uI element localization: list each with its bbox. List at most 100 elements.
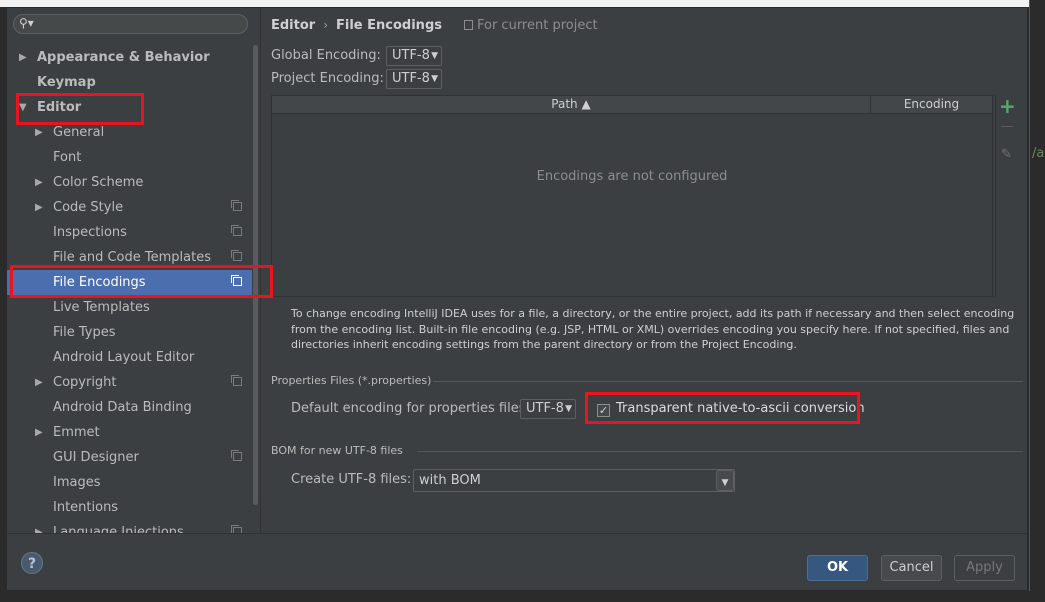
sidebar-item-file-types[interactable]: File Types [7, 320, 252, 345]
apply-button[interactable]: Apply [954, 555, 1015, 581]
project-scope-icon [231, 450, 242, 461]
highlight-editor [16, 93, 144, 125]
sidebar-item-label: Intentions [53, 500, 119, 515]
global-encoding-value: UTF-8 [392, 48, 430, 63]
project-scope-icon [231, 375, 242, 386]
sidebar-item-keymap[interactable]: Keymap [7, 70, 252, 95]
search-icon: ⚲▾ [19, 16, 34, 30]
sidebar-item-live-templates[interactable]: Live Templates [7, 295, 252, 320]
collapsed-arrow-icon[interactable]: ▶ [35, 370, 43, 395]
sidebar-item-label: GUI Designer [53, 450, 139, 465]
settings-dialog: ⚲▾ ▶ Appearance & Behavior Keymap ▼ Editor ▶ G… [6, 7, 1028, 591]
sidebar-item-label: Images [53, 475, 101, 490]
copy-icon [231, 200, 242, 211]
column-header-encoding[interactable]: Encoding [871, 96, 992, 113]
help-button[interactable]: ? [21, 552, 43, 574]
highlight-file-encodings [10, 265, 273, 298]
bom-select[interactable]: with BOM ▼ [413, 469, 735, 492]
copy-icon [231, 375, 242, 386]
empty-table-message: Encodings are not configured [536, 169, 728, 184]
sidebar-item-label: Code Style [53, 200, 124, 215]
edit-pencil-icon[interactable]: ✎ [1001, 147, 1012, 162]
project-encoding-value: UTF-8 [392, 71, 430, 86]
sidebar-item-label: Copyright [53, 375, 117, 390]
project-encoding-select[interactable]: UTF-8 ▼ [386, 69, 442, 89]
sidebar-item-label: Emmet [53, 425, 100, 440]
bom-label: Create UTF-8 files: [291, 472, 412, 487]
scope-label: For current project [476, 18, 598, 33]
sidebar-item-label: Color Scheme [53, 175, 144, 190]
project-scope-icon [231, 200, 242, 211]
sidebar-item-appearance-behavior[interactable]: ▶ Appearance & Behavior [7, 45, 252, 70]
sidebar-item-inspections[interactable]: Inspections [7, 220, 252, 245]
collapsed-arrow-icon[interactable]: ▶ [35, 520, 43, 533]
sidebar-item-gui-designer[interactable]: GUI Designer [7, 445, 252, 470]
copy-icon [231, 250, 242, 261]
window-top-edge [0, 0, 1030, 7]
dialog-footer: ? OK Cancel Apply [7, 533, 1027, 591]
properties-section-title: Properties Files (*.properties) [271, 374, 432, 387]
copy-icon [231, 450, 242, 461]
sidebar-item-android-layout-editor[interactable]: Android Layout Editor [7, 345, 252, 370]
sidebar-item-color-scheme[interactable]: ▶ Color Scheme [7, 170, 252, 195]
ok-button[interactable]: OK [807, 555, 868, 581]
sidebar-item-label: Live Templates [53, 300, 150, 315]
file-encodings-panel: Editor › File Encodings For current project… [261, 8, 1027, 533]
breadcrumb-parent[interactable]: Editor [271, 18, 315, 33]
sidebar-item-label: Appearance & Behavior [37, 50, 210, 65]
sidebar-item-intentions[interactable]: Intentions [7, 495, 252, 520]
sidebar-item-label: Font [53, 150, 82, 165]
project-scope-icon [463, 20, 473, 30]
sidebar-item-language-injections[interactable]: ▶ Language Injections [7, 520, 252, 533]
collapsed-arrow-icon[interactable]: ▶ [19, 45, 27, 70]
remove-icon[interactable] [1001, 126, 1013, 127]
global-encoding-select[interactable]: UTF-8 ▼ [386, 46, 442, 66]
bom-section-title: BOM for new UTF-8 files [271, 444, 403, 457]
sidebar-item-label: Language Injections [53, 525, 184, 533]
chevron-down-icon: ▼ [565, 404, 572, 414]
background-code-fragment: /a [1032, 146, 1045, 161]
sidebar-item-label: Android Layout Editor [53, 350, 195, 365]
add-icon[interactable]: + [999, 94, 1016, 118]
sidebar-item-copyright[interactable]: ▶ Copyright [7, 370, 252, 395]
properties-encoding-value: UTF-8 [526, 401, 564, 416]
collapsed-arrow-icon[interactable]: ▶ [35, 195, 43, 220]
chevron-down-icon[interactable]: ▼ [716, 470, 734, 491]
collapsed-arrow-icon[interactable]: ▶ [35, 170, 43, 195]
background-editor-strip: /a [1029, 0, 1045, 602]
table-toolbar: + ✎ [995, 94, 1026, 297]
highlight-native-to-ascii [585, 392, 860, 424]
properties-default-label: Default encoding for properties files: [291, 401, 530, 416]
breadcrumb-separator: › [323, 18, 329, 32]
bom-section-divider [417, 451, 1023, 452]
sidebar-item-label: Inspections [53, 225, 127, 240]
editor-divider [1029, 0, 1030, 602]
properties-encoding-select[interactable]: UTF-8 ▼ [520, 399, 576, 419]
project-scope-icon [231, 225, 242, 236]
sidebar-item-code-style[interactable]: ▶ Code Style [7, 195, 252, 220]
project-encoding-label: Project Encoding: [271, 71, 384, 86]
sidebar-item-images[interactable]: Images [7, 470, 252, 495]
cancel-button[interactable]: Cancel [881, 555, 942, 581]
search-field[interactable]: ⚲▾ [13, 14, 248, 34]
sidebar-item-label: Keymap [37, 75, 96, 90]
project-scope-icon [231, 250, 242, 261]
properties-section-divider [433, 381, 1023, 382]
global-encoding-label: Global Encoding: [271, 48, 381, 63]
sidebar-item-font[interactable]: Font [7, 145, 252, 170]
sidebar-item-android-data-binding[interactable]: Android Data Binding [7, 395, 252, 420]
table-header: Path ▲ Encoding [272, 96, 992, 114]
collapsed-arrow-icon[interactable]: ▶ [35, 420, 43, 445]
background-bottom [0, 591, 1045, 602]
search-input[interactable] [40, 16, 244, 34]
sidebar-item-label: Android Data Binding [53, 400, 192, 415]
help-text: To change encoding IntelliJ IDEA uses fo… [291, 307, 1015, 351]
breadcrumb: Editor › File Encodings For current project [271, 18, 598, 36]
sidebar-item-label: File Types [53, 325, 116, 340]
column-header-path[interactable]: Path ▲ [272, 96, 871, 113]
breadcrumb-current: File Encodings [336, 18, 442, 33]
sidebar-item-emmet[interactable]: ▶ Emmet [7, 420, 252, 445]
chevron-down-icon: ▼ [431, 74, 438, 84]
encodings-table[interactable]: Path ▲ Encoding Encodings are not config… [271, 95, 993, 297]
bom-value: with BOM [419, 473, 481, 488]
